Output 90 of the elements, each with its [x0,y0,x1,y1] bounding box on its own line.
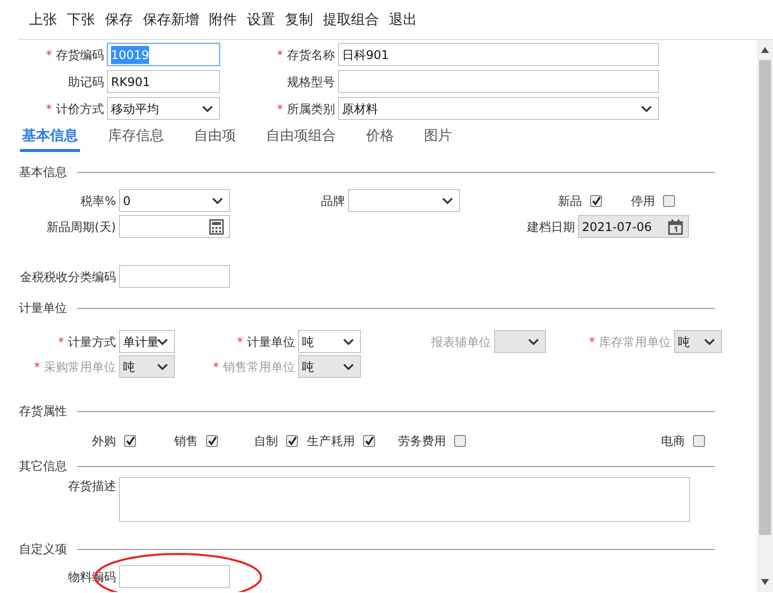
field-label: 规格型号 [287,74,335,90]
dropdown-chevron-icon [641,105,652,113]
field-label: 报表辅单位 [431,334,491,350]
toolbar-button[interactable]: 复制 [280,0,318,39]
toolbar-button[interactable]: 退出 [384,0,422,39]
tab[interactable]: 图片 [422,124,454,152]
section-title: 存货属性 [19,403,67,420]
field-label: 存货描述 [68,478,116,495]
dropdown[interactable]: 单计量 [119,330,175,353]
toolbar-button[interactable]: 保存新增 [138,0,204,39]
dropdown[interactable]: 0 [119,189,230,212]
field-label: 所属类别 [287,100,335,118]
tab[interactable]: 库存信息 [106,124,166,152]
required-mark: * [277,100,283,118]
tab[interactable]: 价格 [364,124,396,152]
toolbar-button[interactable]: 附件 [204,0,242,39]
field-label: 助记码 [68,74,104,90]
required-mark: * [58,334,64,350]
field-label: 存货编码 [56,46,104,64]
field-label: 建档日期 [527,218,575,236]
required-mark: * [46,100,52,118]
toolbar-button[interactable]: 提取组合 [318,0,384,39]
field-label: 外购 [92,432,116,450]
section-title: 计量单位 [19,300,67,317]
dropdown-chevron-icon [528,338,539,346]
section-title: 自定义项 [19,541,67,558]
checkbox[interactable] [454,434,466,446]
number-field[interactable] [119,215,230,238]
dropdown-chevron-icon [343,338,354,346]
calculator-icon[interactable] [209,219,224,235]
toolbar-button[interactable]: 下张 [62,0,100,39]
dropdown-chevron-icon [442,197,453,205]
field-label: 计价方式 [56,100,104,118]
checkbox[interactable] [286,434,298,446]
input-field[interactable]: RK901 [107,70,220,93]
toolbar-button[interactable]: 设置 [242,0,280,39]
tab[interactable]: 基本信息 [20,124,80,152]
field-label: 生产耗用 [307,432,355,450]
input-field[interactable] [119,265,230,288]
dropdown[interactable]: 移动平均 [107,97,220,120]
field-label: 存货名称 [287,46,335,64]
toolbar-button[interactable]: 保存 [100,0,138,39]
required-mark: * [277,46,283,64]
field-label: 库存常用单位 [599,334,671,350]
scroll-down-icon[interactable] [761,579,769,585]
input-field[interactable]: 日科901 [338,43,659,66]
field-label: 自制 [254,432,278,450]
field-label: 采购常用单位 [44,358,116,376]
calendar-icon[interactable] [668,219,683,235]
dropdown-chevron-icon [157,363,168,371]
checkbox[interactable] [124,434,136,446]
scrollbar[interactable] [757,40,773,592]
dropdown[interactable]: 原材料 [338,97,659,120]
checkbox[interactable] [663,194,675,206]
toolbar-button[interactable]: 上张 [24,0,62,39]
field-label: 新品 [558,192,582,210]
required-mark: * [237,334,243,350]
tab[interactable]: 自由项组合 [264,124,338,152]
field-label: 劳务费用 [398,432,446,450]
section-title: 基本信息 [19,164,67,181]
scroll-up-icon[interactable] [761,47,769,53]
field-label: 销售 [174,432,198,450]
dropdown-chevron-icon [157,338,168,346]
date-field[interactable]: 2021-07-06 [578,215,689,238]
required-mark: * [213,358,219,376]
dropdown-chevron-icon [212,197,223,205]
checkbox[interactable] [363,434,375,446]
checkbox[interactable] [693,434,705,446]
dropdown-chevron-icon [704,338,715,346]
dropdown[interactable]: 吨 [298,330,361,353]
field-label: 税率% [80,192,116,210]
field-label: 销售常用单位 [223,358,295,376]
required-mark: * [589,334,595,350]
field-label: 金税税收分类编码 [20,268,116,286]
checkbox[interactable] [590,194,602,206]
input-field[interactable] [119,565,230,588]
input-field[interactable] [338,70,659,93]
field-label: 新品周期(天) [46,218,116,236]
required-mark: * [46,46,52,64]
field-label: 停用 [631,192,655,210]
field-label: 计量单位 [247,334,295,350]
dropdown-chevron-icon [343,363,354,371]
section-title: 其它信息 [19,458,67,475]
checkbox[interactable] [206,434,218,446]
field-label: 品牌 [321,192,345,210]
required-mark: * [34,358,40,376]
dropdown-chevron-icon [202,105,213,113]
field-label: 电商 [661,432,685,450]
tab[interactable]: 自由项 [192,124,238,152]
field-label: 计量方式 [68,334,116,350]
